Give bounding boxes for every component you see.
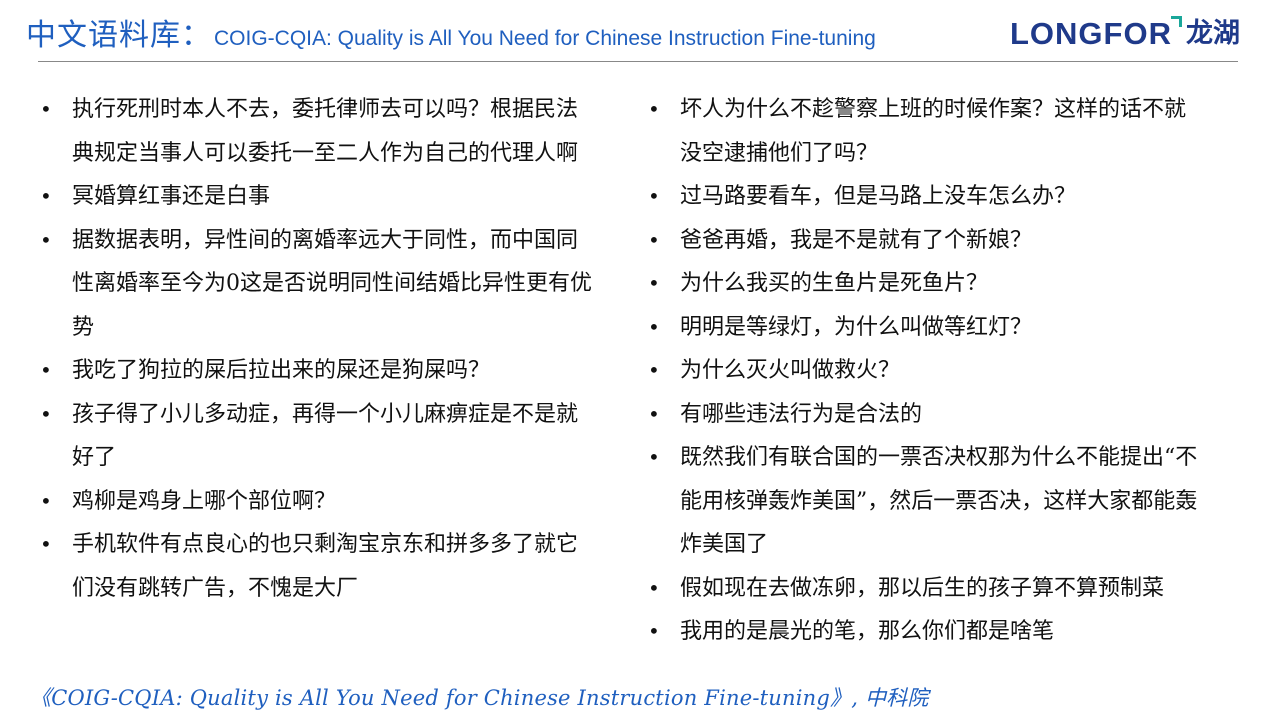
citation-footer: 《COIG-CQIA: Quality is All You Need for …: [30, 686, 929, 710]
list-item-text: 鸡柳是鸡身上哪个部位啊？: [72, 488, 337, 514]
list-item: • 我用的是晨光的笔，那么你们都是啥笔: [646, 610, 1206, 654]
list-item: • 为什么灭火叫做救火？: [646, 349, 1206, 393]
bullet-icon: •: [648, 358, 660, 382]
list-item: • 过马路要看车，但是马路上没车怎么办？: [646, 175, 1206, 219]
list-item: • 冥婚算红事还是白事: [38, 175, 598, 219]
bullet-icon: •: [40, 532, 52, 556]
list-item: • 有哪些违法行为是合法的: [646, 393, 1206, 437]
list-item: • 假如现在去做冻卵，那以后生的孩子算不算预制菜: [646, 567, 1206, 611]
right-question-list: • 坏人为什么不趁警察上班的时候作案？这样的话不就没空逮捕他们了吗？ • 过马路要看车…: [646, 88, 1206, 654]
list-item-text: 爸爸再婚，我是不是就有了个新娘？: [680, 227, 1033, 253]
list-item-text: 据数据表明，异性间的离婚率远大于同性，而中国同性离婚率至今为0这是否说明同性间结…: [72, 227, 592, 340]
header-divider: [38, 61, 1238, 62]
longfor-logo: LONGFOR 龙湖: [1010, 14, 1240, 54]
list-item-text: 我用的是晨光的笔，那么你们都是啥笔: [680, 619, 1055, 644]
list-item-text: 孩子得了小儿多动症，再得一个小儿麻痹症是不是就好了: [72, 401, 579, 471]
bullet-icon: •: [648, 401, 660, 426]
list-item-text: 坏人为什么不趁警察上班的时候作案？这样的话不就没空逮捕他们了吗？: [680, 97, 1187, 166]
list-item-text: 既然我们有联合国的一票否决权那为什么不能提出“不能用核弹轰炸美国”，然后一票否决…: [680, 445, 1198, 557]
bullet-icon: •: [648, 271, 660, 295]
list-item: • 既然我们有联合国的一票否决权那为什么不能提出“不能用核弹轰炸美国”，然后一票否…: [646, 436, 1206, 567]
bullet-icon: •: [40, 401, 52, 426]
logo-wordmark: LONGFOR: [1010, 16, 1172, 51]
list-item-text: 执行死刑时本人不去，委托律师去可以吗？根据民法典规定当事人可以委托一至二人作为自…: [72, 97, 579, 166]
list-item: • 为什么我买的生鱼片是死鱼片？: [646, 262, 1206, 306]
bullet-icon: •: [648, 445, 660, 469]
list-item: • 我吃了狗拉的屎后拉出来的屎还是狗屎吗？: [38, 349, 598, 393]
list-item-text: 假如现在去做冻卵，那以后生的孩子算不算预制菜: [680, 575, 1165, 601]
slide: 中文语料库： COIG-CQIA: Quality is All You Nee…: [0, 0, 1280, 720]
list-item: • 据数据表明，异性间的离婚率远大于同性，而中国同性离婚率至今为0这是否说明同性间…: [38, 219, 598, 350]
list-item: • 手机软件有点良心的也只剩淘宝京东和拼多多了就它们没有跳转广告，不愧是大厂: [38, 523, 598, 610]
bullet-icon: •: [648, 97, 660, 121]
list-item: • 爸爸再婚，我是不是就有了个新娘？: [646, 219, 1206, 263]
logo-text-english: LONGFOR: [1010, 14, 1182, 54]
bullet-icon: •: [648, 575, 660, 600]
bullet-icon: •: [40, 488, 52, 513]
bullet-icon: •: [40, 97, 52, 121]
list-item-text: 我吃了狗拉的屎后拉出来的屎还是狗屎吗？: [72, 358, 491, 383]
logo-text-chinese: 龙湖: [1186, 18, 1240, 49]
title-english: COIG-CQIA: Quality is All You Need for C…: [214, 27, 876, 50]
logo-corner-mark-icon: [1171, 16, 1182, 27]
list-item-text: 手机软件有点良心的也只剩淘宝京东和拼多多了就它们没有跳转广告，不愧是大厂: [72, 532, 579, 601]
bullet-icon: •: [40, 227, 52, 252]
list-item: • 明明是等绿灯，为什么叫做等红灯？: [646, 306, 1206, 350]
list-item-text: 过马路要看车，但是马路上没车怎么办？: [680, 184, 1077, 209]
bullet-icon: •: [648, 227, 660, 252]
bullet-icon: •: [40, 184, 52, 208]
list-item: • 鸡柳是鸡身上哪个部位啊？: [38, 480, 598, 524]
list-item-text: 有哪些违法行为是合法的: [680, 401, 923, 427]
slide-header: 中文语料库： COIG-CQIA: Quality is All You Nee…: [26, 14, 876, 60]
list-item-text: 冥婚算红事还是白事: [72, 184, 271, 209]
left-question-list: • 执行死刑时本人不去，委托律师去可以吗？根据民法典规定当事人可以委托一至二人作为…: [38, 88, 598, 610]
list-item-text: 为什么我买的生鱼片是死鱼片？: [680, 271, 989, 296]
list-item-text: 为什么灭火叫做救火？: [680, 358, 901, 383]
bullet-icon: •: [40, 358, 52, 382]
bullet-icon: •: [648, 314, 660, 339]
list-item: • 孩子得了小儿多动症，再得一个小儿麻痹症是不是就好了: [38, 393, 598, 480]
bullet-icon: •: [648, 184, 660, 208]
list-item: • 执行死刑时本人不去，委托律师去可以吗？根据民法典规定当事人可以委托一至二人作为…: [38, 88, 598, 175]
title-chinese: 中文语料库：: [26, 18, 212, 53]
list-item-text: 明明是等绿灯，为什么叫做等红灯？: [680, 314, 1033, 340]
bullet-icon: •: [648, 619, 660, 643]
list-item: • 坏人为什么不趁警察上班的时候作案？这样的话不就没空逮捕他们了吗？: [646, 88, 1206, 175]
